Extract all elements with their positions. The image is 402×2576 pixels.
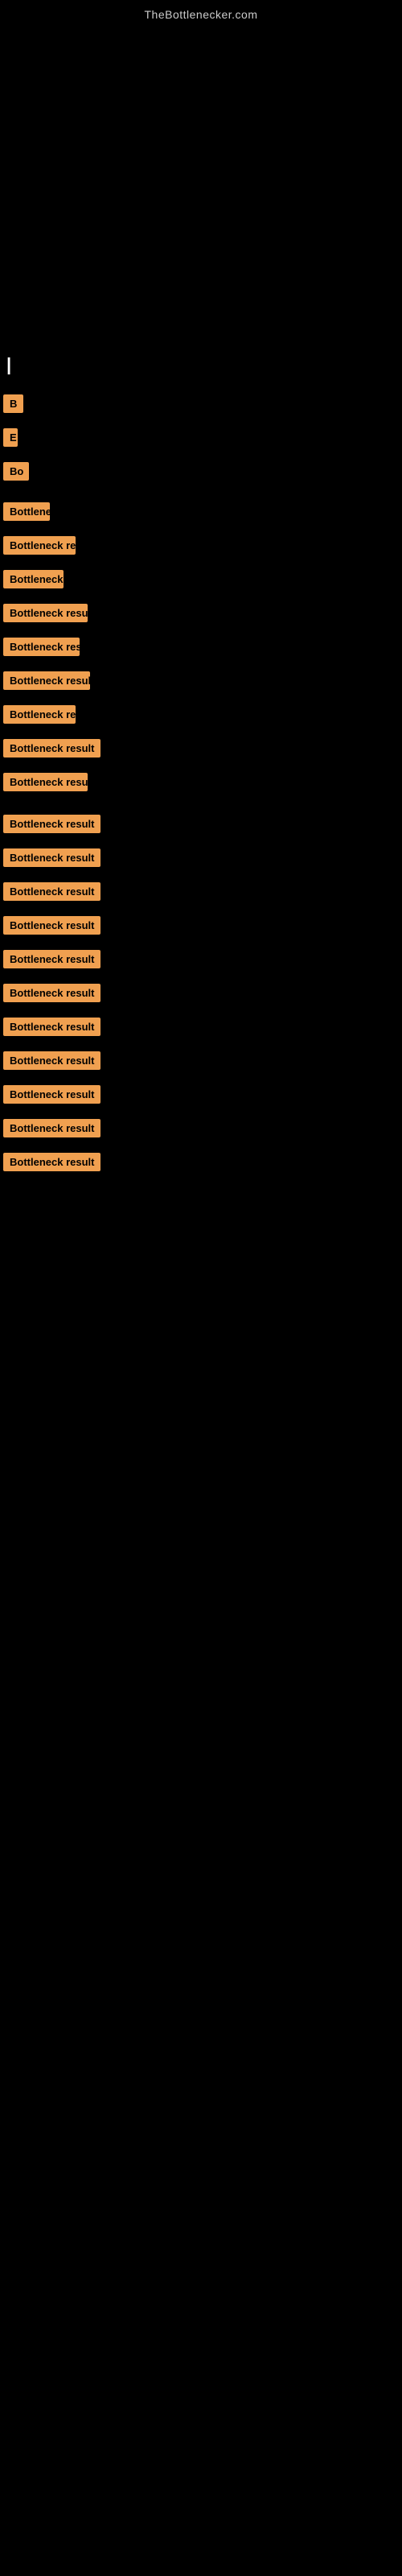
result-row-e1: E: [0, 423, 402, 457]
result-label-18: Bottleneck result: [3, 1085, 100, 1104]
result-row-b1: B: [0, 390, 402, 423]
result-label-11: Bottleneck result: [3, 848, 100, 867]
result-label-12: Bottleneck result: [3, 882, 100, 901]
result-row-9: Bottleneck result: [0, 768, 402, 802]
site-title: TheBottlenecker.com: [0, 0, 402, 26]
top-image-area: [0, 26, 402, 348]
result-row-17: Bottleneck result: [0, 1046, 402, 1080]
result-label-3: Bottleneck result: [3, 570, 64, 588]
result-label-bo: Bo: [3, 462, 29, 481]
result-label-20: Bottleneck result: [3, 1153, 100, 1171]
result-label-8: Bottleneck result: [3, 739, 100, 758]
result-row-14: Bottleneck result: [0, 945, 402, 979]
result-row-16: Bottleneck result: [0, 1013, 402, 1046]
result-row-bo: Bo: [0, 457, 402, 491]
result-row-2: Bottleneck result: [0, 531, 402, 565]
result-row-11: Bottleneck result: [0, 844, 402, 877]
result-label-15: Bottleneck result: [3, 984, 100, 1002]
result-label-6: Bottleneck result: [3, 671, 90, 690]
result-label-9: Bottleneck result: [3, 773, 88, 791]
result-label-16: Bottleneck result: [3, 1018, 100, 1036]
result-row-19: Bottleneck result: [0, 1114, 402, 1148]
result-label-17: Bottleneck result: [3, 1051, 100, 1070]
result-row-1: Bottleneck result: [0, 497, 402, 531]
result-row-10: Bottleneck result: [0, 810, 402, 844]
pipe-label: |: [0, 348, 402, 375]
result-label-13: Bottleneck result: [3, 916, 100, 935]
result-label-4: Bottleneck result: [3, 604, 88, 622]
result-row-20: Bottleneck result: [0, 1148, 402, 1182]
result-row-8: Bottleneck result: [0, 734, 402, 768]
result-row-6: Bottleneck result: [0, 667, 402, 700]
result-label-b1: B: [3, 394, 23, 413]
result-row-18: Bottleneck result: [0, 1080, 402, 1114]
result-label-e1: E: [3, 428, 18, 447]
result-row-7: Bottleneck result: [0, 700, 402, 734]
result-row-4: Bottleneck result: [0, 599, 402, 633]
result-label-19: Bottleneck result: [3, 1119, 100, 1137]
result-row-13: Bottleneck result: [0, 911, 402, 945]
result-label-5: Bottleneck result: [3, 638, 80, 656]
result-label-10: Bottleneck result: [3, 815, 100, 833]
result-row-3: Bottleneck result: [0, 565, 402, 599]
result-label-7: Bottleneck result: [3, 705, 76, 724]
result-label-1: Bottleneck result: [3, 502, 50, 521]
result-row-15: Bottleneck result: [0, 979, 402, 1013]
result-row-5: Bottleneck result: [0, 633, 402, 667]
result-label-14: Bottleneck result: [3, 950, 100, 968]
result-label-2: Bottleneck result: [3, 536, 76, 555]
result-row-12: Bottleneck result: [0, 877, 402, 911]
